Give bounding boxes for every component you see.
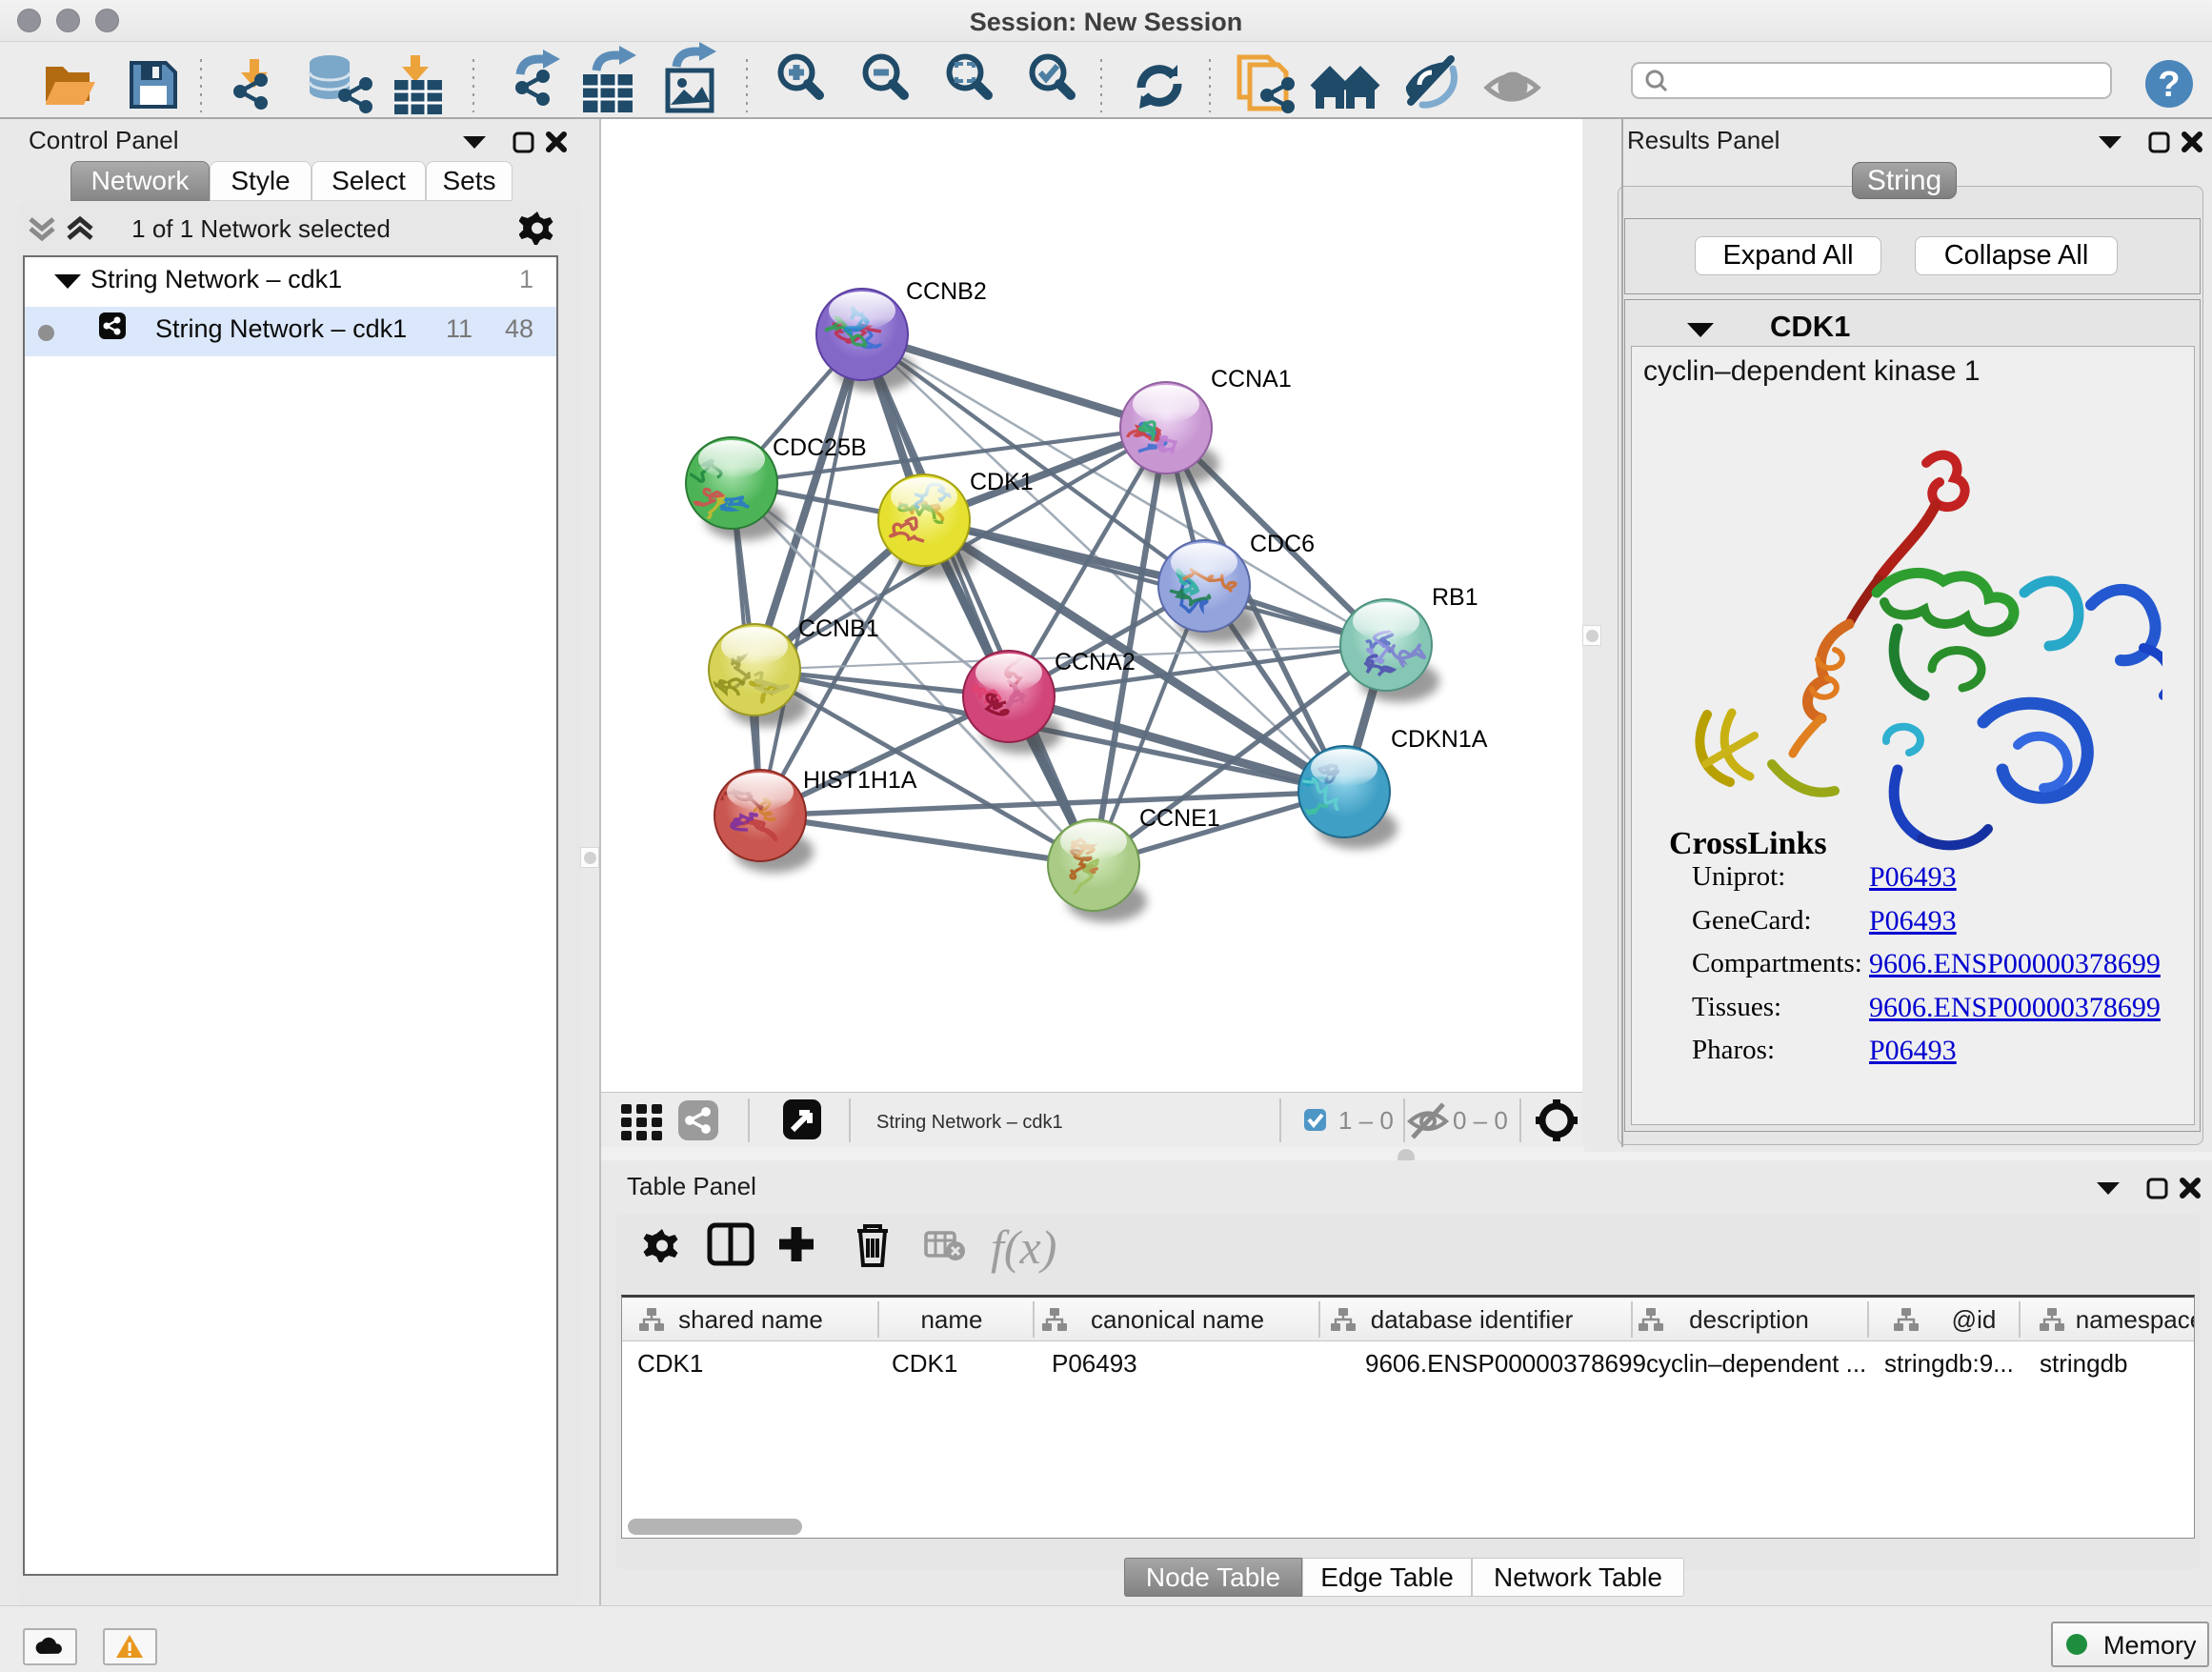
svg-text:HIST1H1A: HIST1H1A: [803, 767, 917, 794]
svg-text:String Network – cdk1: String Network – cdk1: [876, 1112, 1063, 1133]
svg-text:?: ?: [2158, 65, 2180, 105]
svg-text:CCNA2: CCNA2: [1055, 649, 1136, 675]
svg-text:name: name: [920, 1305, 982, 1334]
svg-text:CDKN1A: CDKN1A: [1391, 726, 1488, 753]
svg-text:CCNE1: CCNE1: [1139, 805, 1220, 832]
svg-text:@id: @id: [1952, 1305, 1997, 1334]
svg-text:shared name: shared name: [678, 1305, 823, 1334]
svg-text:0 – 0: 0 – 0: [1453, 1106, 1508, 1135]
svg-text:description: description: [1689, 1305, 1809, 1334]
svg-text:CDC6: CDC6: [1250, 531, 1315, 557]
svg-text:database identifier: database identifier: [1371, 1305, 1574, 1334]
svg-text:1 – 0: 1 – 0: [1338, 1106, 1394, 1135]
svg-text:namespace: namespace: [2076, 1305, 2194, 1334]
svg-text:f(x): f(x): [991, 1220, 1056, 1274]
svg-text:CCNB2: CCNB2: [906, 278, 987, 305]
svg-text:canonical name: canonical name: [1091, 1305, 1264, 1334]
svg-text:CCNA1: CCNA1: [1211, 366, 1292, 393]
svg-text:RB1: RB1: [1432, 584, 1478, 611]
svg-text:CDC25B: CDC25B: [773, 434, 867, 461]
svg-text:CCNB1: CCNB1: [798, 615, 879, 642]
svg-text:CDK1: CDK1: [970, 469, 1034, 495]
